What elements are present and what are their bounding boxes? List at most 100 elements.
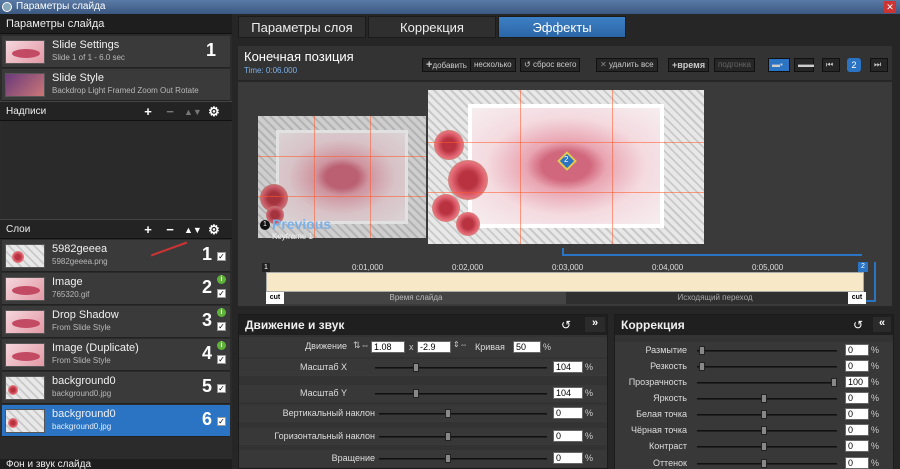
gear-icon[interactable]: ⚙ — [206, 105, 222, 119]
contrast-slider[interactable] — [697, 446, 837, 448]
tab-layer-settings[interactable]: Параметры слоя — [238, 16, 366, 38]
timeline-bar[interactable] — [266, 272, 864, 292]
layer-visible-checkbox[interactable]: ✓ — [217, 384, 226, 393]
black-point-knob[interactable] — [761, 426, 767, 435]
sharpness-knob[interactable] — [699, 362, 705, 371]
scale-y-slider[interactable] — [375, 393, 547, 395]
layer-visible-checkbox[interactable]: ✓ — [217, 322, 226, 331]
layer-item[interactable]: Image 765320.gif 2 i ✓ — [2, 273, 230, 305]
layer-visible-checkbox[interactable]: ✓ — [217, 355, 226, 364]
rotation-knob[interactable] — [445, 454, 451, 463]
white-point-input[interactable]: 0 — [845, 408, 869, 420]
layer-visible-checkbox[interactable]: ✓ — [217, 289, 226, 298]
vertical-tilt-slider[interactable] — [379, 413, 547, 415]
collapse-icon[interactable]: « — [873, 317, 891, 332]
add-keyframe-button[interactable]: +добавить — [422, 58, 471, 72]
hue-slider[interactable] — [697, 463, 837, 465]
view-mode-icon[interactable]: ▬▪ — [768, 58, 790, 72]
brightness-knob[interactable] — [761, 394, 767, 403]
layer-title: Image (Duplicate) — [52, 342, 139, 354]
blur-input[interactable]: 0 — [845, 344, 869, 356]
layer-visible-checkbox[interactable]: ✓ — [217, 252, 226, 261]
move-handles-icon[interactable]: ⇅⇔ — [353, 340, 373, 351]
app-icon — [2, 2, 12, 12]
layer-subtitle: background0.jpg — [52, 422, 112, 431]
black-point-input[interactable]: 0 — [845, 424, 869, 436]
move-x-input[interactable]: 1.08 — [371, 341, 405, 353]
add-caption-button[interactable]: + — [140, 105, 156, 119]
rotation-slider[interactable] — [379, 458, 547, 460]
scale-y-input[interactable]: 104 — [553, 387, 583, 399]
white-point-knob[interactable] — [761, 410, 767, 419]
slide-settings-item[interactable]: Slide Settings Slide 1 of 1 - 6.0 sec 1 — [2, 36, 230, 68]
layer-item[interactable]: 5982geeea 5982geeea.png 1 ✓ — [2, 240, 230, 272]
move-y-input[interactable]: -2.9 — [417, 341, 451, 353]
rotation-input[interactable]: 0 — [553, 452, 583, 464]
undo-icon[interactable]: ↺ — [853, 318, 863, 332]
previous-keyframe-label: Keyframe 1 — [272, 232, 313, 241]
next-keyframe-icon[interactable]: ⏭ — [870, 58, 888, 72]
slide-time-bar: Время слайда — [266, 292, 566, 304]
reorder-caption-button[interactable]: ▲▼ — [184, 105, 202, 119]
horizontal-tilt-input[interactable]: 0 — [553, 430, 583, 442]
undo-icon[interactable]: ↺ — [561, 318, 571, 332]
add-layer-button[interactable]: + — [140, 223, 156, 237]
remove-layer-button[interactable]: − — [162, 223, 178, 237]
layer-item[interactable]: Drop Shadow From Slide Style 3 i ✓ — [2, 306, 230, 338]
brightness-slider[interactable] — [697, 398, 837, 400]
black-point-slider[interactable] — [697, 430, 837, 432]
contrast-knob[interactable] — [761, 442, 767, 451]
blur-knob[interactable] — [699, 346, 705, 355]
layer-visible-checkbox[interactable]: ✓ — [217, 417, 226, 426]
hue-input[interactable]: 0 — [845, 457, 869, 469]
remove-caption-button[interactable]: − — [162, 105, 178, 119]
several-button[interactable]: несколько — [470, 58, 516, 72]
keyframe-1-marker[interactable]: 1 — [262, 263, 270, 272]
stepper-icon[interactable]: ⇕⇔ — [453, 340, 468, 349]
sharpness-slider[interactable] — [697, 366, 837, 368]
layer-item[interactable]: Image (Duplicate) From Slide Style 4 i ✓ — [2, 339, 230, 371]
contrast-input[interactable]: 0 — [845, 440, 869, 452]
scale-x-knob[interactable] — [413, 363, 419, 372]
blur-slider[interactable] — [697, 350, 837, 352]
vertical-tilt-knob[interactable] — [445, 409, 451, 418]
gear-icon[interactable]: ⚙ — [206, 223, 222, 237]
horizontal-tilt-knob[interactable] — [445, 432, 451, 441]
captions-title: Надписи — [6, 106, 47, 117]
black-point-label: Чёрная точка — [630, 425, 687, 435]
time-button[interactable]: +время — [668, 58, 710, 72]
layer-item[interactable]: background0 background0.jpg 5 ✓ — [2, 372, 230, 404]
undo-icon: ↺ — [524, 60, 533, 69]
previous-label[interactable]: Previous — [272, 216, 331, 232]
fit-button[interactable]: подгонка — [714, 58, 756, 72]
view-split-icon[interactable]: ▬▬ — [794, 58, 814, 72]
prev-marker-label: 1 — [260, 220, 270, 230]
blur-label: Размытие — [645, 345, 687, 355]
brightness-input[interactable]: 0 — [845, 392, 869, 404]
scale-x-input[interactable]: 104 — [553, 361, 583, 373]
white-point-slider[interactable] — [697, 414, 837, 416]
hue-pct: % — [871, 458, 880, 468]
scale-x-slider[interactable] — [375, 367, 547, 369]
first-keyframe-icon[interactable]: ⏮ — [822, 58, 840, 72]
slide-style-item[interactable]: Slide Style Backdrop Light Framed Zoom O… — [2, 69, 230, 101]
opacity-slider[interactable] — [697, 382, 837, 384]
tab-correction[interactable]: Коррекция — [368, 16, 496, 38]
opacity-input[interactable]: 100 — [845, 376, 869, 388]
collapse-icon[interactable]: » — [585, 317, 605, 332]
reorder-layer-button[interactable]: ▲▼ — [184, 223, 202, 237]
tab-effects[interactable]: Эффекты — [498, 16, 626, 38]
reset-all-button[interactable]: ↺ сброс всего — [520, 58, 581, 72]
sharpness-input[interactable]: 0 — [845, 360, 869, 372]
horizontal-tilt-slider[interactable] — [379, 436, 547, 438]
opacity-knob[interactable] — [831, 378, 837, 387]
vertical-tilt-input[interactable]: 0 — [553, 407, 583, 419]
layer-item-selected[interactable]: background0 background0.jpg 6 ✓ — [2, 405, 230, 437]
curve-input[interactable]: 50 — [513, 341, 541, 353]
hue-knob[interactable] — [761, 459, 767, 468]
movement-label: Движение — [305, 341, 347, 351]
close-icon[interactable]: ✕ — [884, 1, 896, 13]
scale-y-knob[interactable] — [413, 389, 419, 398]
white-point-pct: % — [871, 409, 880, 419]
delete-all-button[interactable]: ✕ удалить все — [596, 58, 658, 72]
